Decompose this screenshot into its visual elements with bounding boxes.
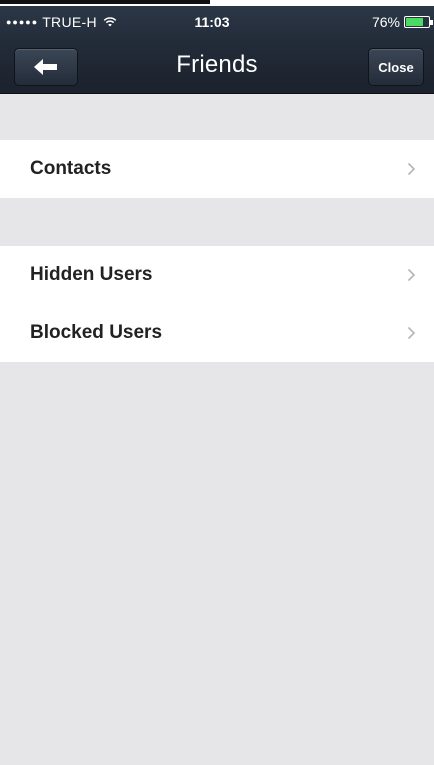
status-bar: ●●●●● TRUE-H 11:03 76% <box>0 6 434 40</box>
battery-percent: 76% <box>371 14 400 30</box>
list-item-contacts[interactable]: Contacts <box>0 140 434 198</box>
section-users: Hidden Users Blocked Users <box>0 246 434 362</box>
list-item-blocked-users[interactable]: Blocked Users <box>0 304 434 362</box>
top-black-edge <box>0 0 210 4</box>
list-item-label: Hidden Users <box>30 264 153 285</box>
settings-list: Contacts Hidden Users Blocked Users <box>0 94 434 362</box>
chevron-right-icon <box>407 140 416 198</box>
status-time: 11:03 <box>194 14 230 30</box>
chevron-right-icon <box>407 304 416 362</box>
list-item-label: Contacts <box>30 158 112 179</box>
status-right: 76% <box>371 14 433 30</box>
battery-icon <box>404 16 433 28</box>
list-item-label: Blocked Users <box>30 322 163 343</box>
close-button[interactable]: Close <box>368 48 424 86</box>
header: ●●●●● TRUE-H 11:03 76% Friends Close <box>0 6 434 94</box>
section-contacts: Contacts <box>0 140 434 198</box>
list-item-hidden-users[interactable]: Hidden Users <box>0 246 434 304</box>
friends-screen: ●●●●● TRUE-H 11:03 76% Friends Close Con… <box>0 0 434 765</box>
nav-bar: Friends Close <box>0 40 434 94</box>
chevron-right-icon <box>407 246 416 304</box>
